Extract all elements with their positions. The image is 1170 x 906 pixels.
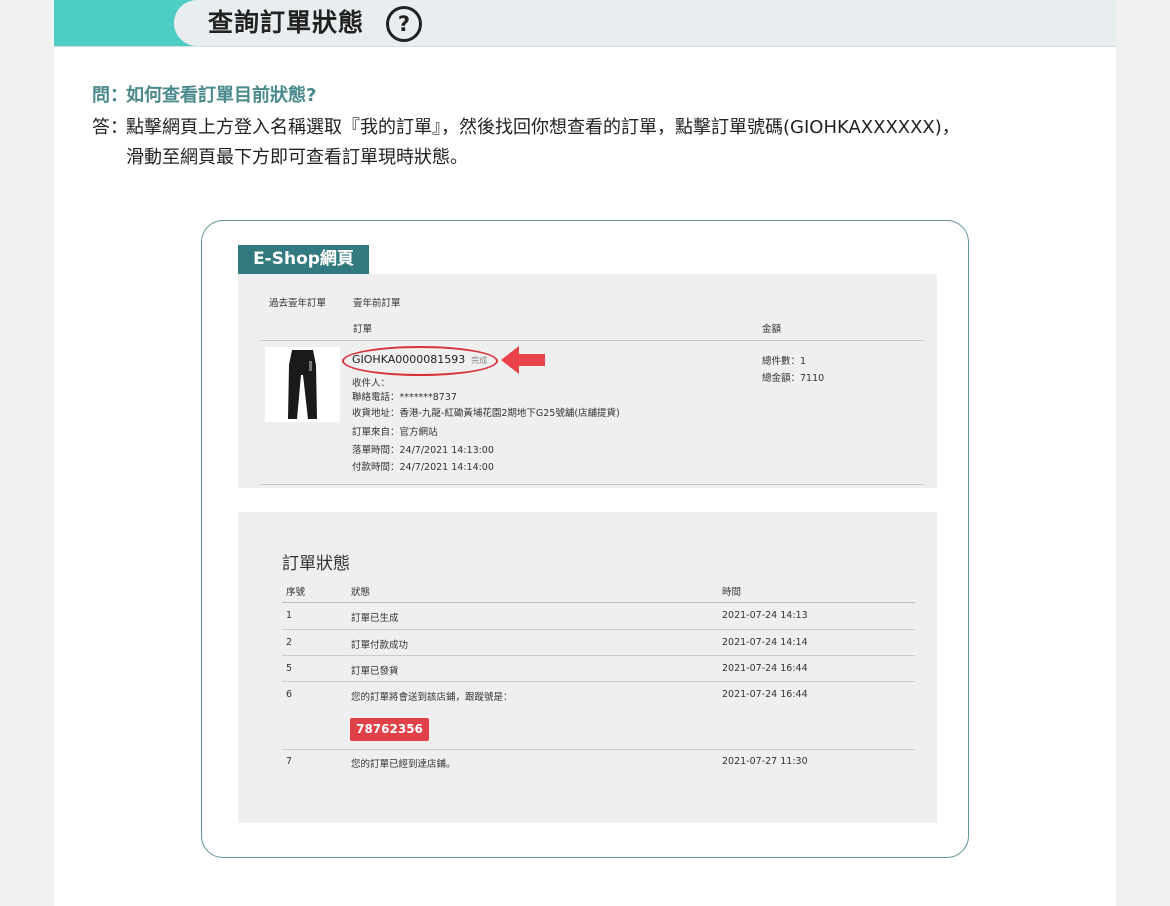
phone: 聯絡電話：*******8737 [352,392,457,403]
status-header-divider [282,602,915,603]
receiver: 收件人： [352,378,391,389]
total-amount: 總金額：7110 [762,373,825,384]
status-row-1-time: 2021-07-24 14:13 [722,610,808,621]
status-row-4-state: 您的訂單將會送到該店鋪，跟蹤號是： [351,692,513,703]
tab-past-year[interactable]: 過去壹年訂單 [269,295,326,309]
column-order: 訂單 [353,324,373,335]
status-col-seq: 序號 [286,587,306,598]
question-line: 問：如何查看訂單目前狀態? [92,81,316,111]
question-tag: 問： [92,85,128,106]
header-divider [260,340,924,341]
orders-panel: 過去壹年訂單 壹年前訂單 訂單 金額 GIOHKA0000081593 完成 收件… [238,274,937,488]
status-row-2-seq: 2 [286,637,293,648]
order-source: 訂單來自：官方網站 [352,427,438,438]
highlight-ellipse [342,346,498,376]
status-col-state: 狀態 [351,587,371,598]
status-row-3-state: 訂單已發貨 [351,666,399,677]
created-time: 落單時間：24/7/2021 14:13:00 [352,445,494,456]
order-divider [260,484,924,485]
eshop-screenshot-frame: E-Shop網頁 過去壹年訂單 壹年前訂單 訂單 金額 GIOHKA000008… [201,220,969,858]
status-row-1-state: 訂單已生成 [351,613,399,624]
total-quantity: 總件數：1 [762,356,807,367]
status-row-divider [282,749,915,750]
status-row-5-seq: 7 [286,756,293,767]
question-text: 如何查看訂單目前狀態? [126,85,317,106]
red-arrow-icon [501,346,545,374]
status-row-5-time: 2021-07-27 11:30 [722,756,808,767]
status-row-divider [282,629,915,630]
header-bar: 查詢訂單狀態 ? [54,0,1116,47]
status-row-5-state: 您的訂單已經到達店鋪。 [351,759,456,770]
pants-image [265,347,340,422]
status-row-4-time: 2021-07-24 16:44 [722,689,808,700]
tracking-number-badge: 78762356 [350,718,429,741]
answer-line: 答：點擊網頁上方登入名稱選取『我的訂單』，然後找回你想查看的訂單，點擊訂單號碼(… [92,113,960,143]
status-row-3-time: 2021-07-24 16:44 [722,663,808,674]
help-page: 查詢訂單狀態 ? 問：如何查看訂單目前狀態? 答：點擊網頁上方登入名稱選取『我的… [54,0,1116,906]
status-row-3-seq: 5 [286,663,293,674]
status-row-2-state: 訂單付款成功 [351,640,409,651]
status-row-2-time: 2021-07-24 14:14 [722,637,808,648]
page-title: 查詢訂單狀態 [208,8,365,37]
status-row-1-seq: 1 [286,610,293,621]
answer-tag: 答： [92,117,128,138]
status-col-time: 時間 [722,587,742,598]
status-row-4-seq: 6 [286,689,293,700]
status-title: 訂單狀態 [282,554,350,574]
eshop-label: E-Shop網頁 [238,245,369,274]
address: 收貨地址：香港-九龍-紅磡黃埔花園2期地下G25號舖(店舖提貨) [352,408,620,419]
column-amount: 金額 [762,324,782,335]
paid-time: 付款時間：24/7/2021 14:14:00 [352,462,494,473]
status-row-divider [282,655,915,656]
question-mark-icon: ? [386,6,422,42]
status-panel: 訂單狀態 序號 狀態 時間 1 訂單已生成 2021-07-24 14:13 2… [238,512,937,823]
answer-text-2: 滑動至網頁最下方即可查看訂單現時狀態。 [126,147,468,168]
answer-text-1: 點擊網頁上方登入名稱選取『我的訂單』，然後找回你想查看的訂單，點擊訂單號碼(GI… [126,117,960,138]
tab-before-year[interactable]: 壹年前訂單 [353,295,401,309]
status-row-divider [282,681,915,682]
